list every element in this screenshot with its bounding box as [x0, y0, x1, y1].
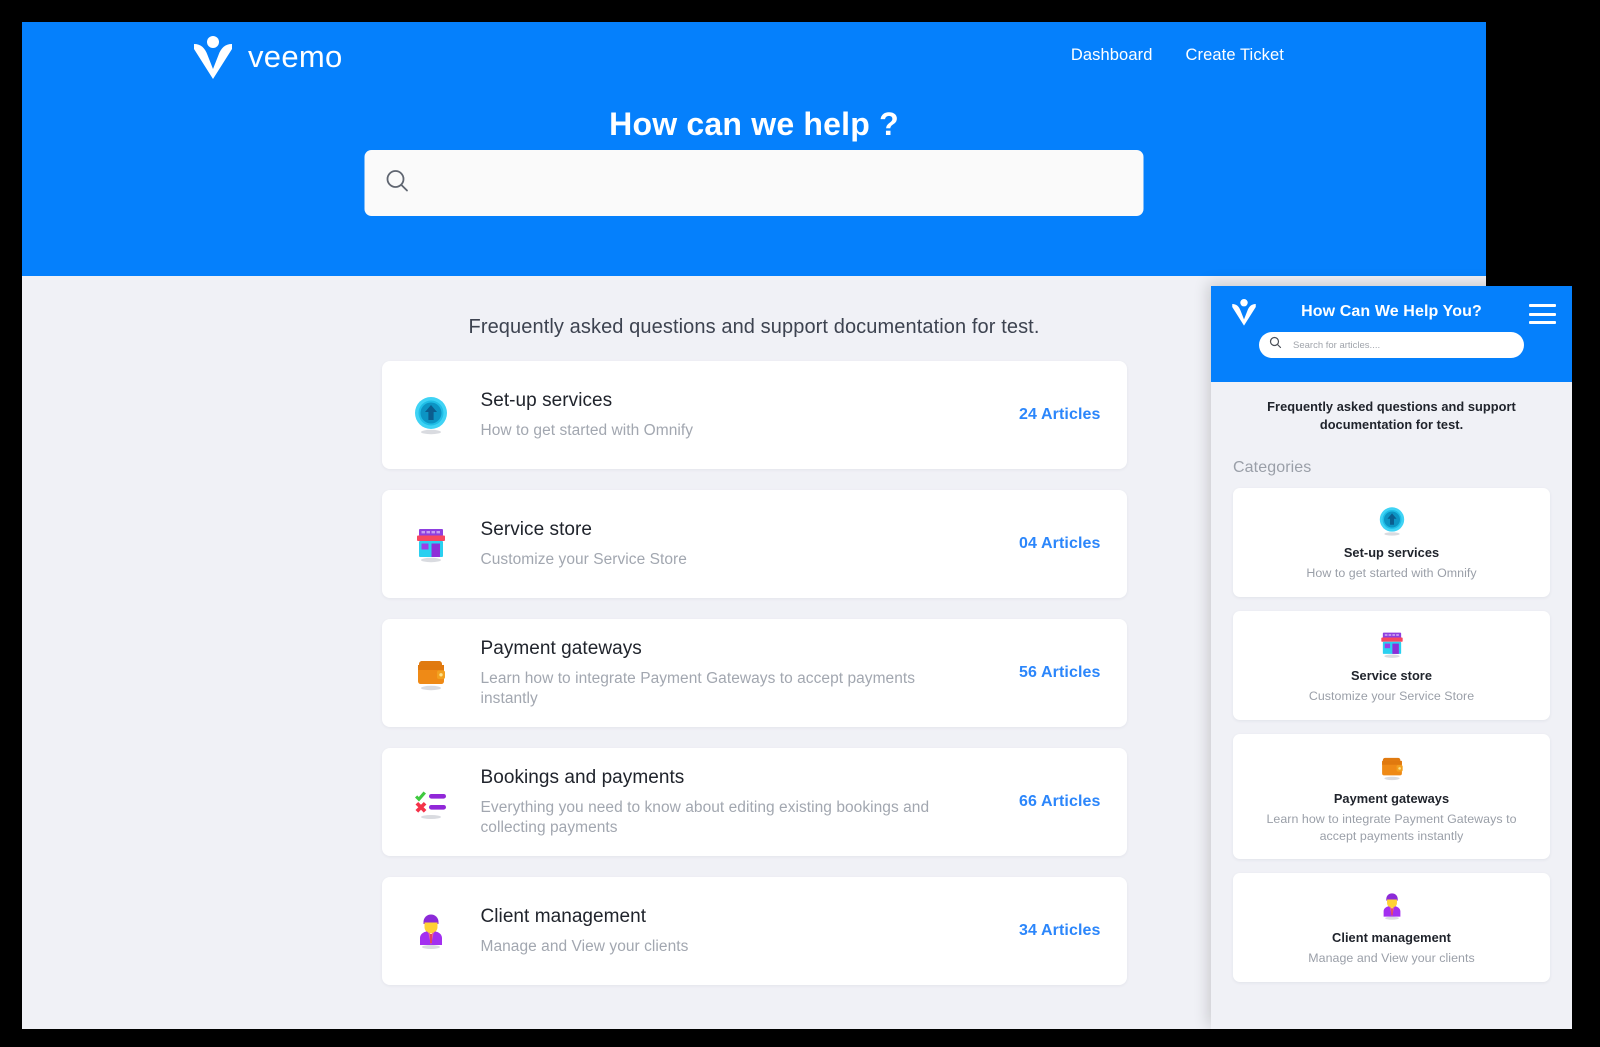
category-article-count[interactable]: 04 Articles: [1019, 535, 1100, 553]
mobile-category-card-set-up-services[interactable]: Set-up services How to get started with …: [1233, 488, 1550, 598]
category-card-bookings-and-payments[interactable]: Bookings and payments Everything you nee…: [381, 748, 1127, 856]
category-card-payment-gateways[interactable]: Payment gateways Learn how to integrate …: [381, 619, 1127, 727]
user-person-icon: [406, 910, 456, 952]
category-article-count[interactable]: 56 Articles: [1019, 664, 1100, 682]
main-nav: Dashboard Create Ticket: [1071, 46, 1284, 65]
category-list: Set-up services How to get started with …: [381, 361, 1127, 985]
search-bar[interactable]: [364, 150, 1144, 216]
mobile-search-input[interactable]: [1282, 332, 1524, 358]
storefront-icon: [1247, 627, 1536, 661]
category-article-count[interactable]: 66 Articles: [1019, 793, 1100, 811]
upload-circle-icon: [406, 394, 456, 436]
search-icon: [385, 168, 411, 199]
hamburger-bar: [1529, 304, 1556, 307]
top-navigation-bar: veemo Dashboard Create Ticket: [22, 22, 1486, 94]
mobile-category-card-client-management[interactable]: Client management Manage and View your c…: [1233, 873, 1550, 982]
category-text-block: Bookings and payments Everything you nee…: [456, 767, 1020, 838]
hero-banner: veemo Dashboard Create Ticket How can we…: [22, 22, 1486, 276]
veemo-v-person-logo-icon: [192, 35, 234, 79]
brand-logo-group[interactable]: veemo: [192, 35, 343, 79]
mobile-category-title: Set-up services: [1343, 545, 1440, 561]
category-title: Payment gateways: [480, 637, 642, 659]
mobile-category-list: Set-up services How to get started with …: [1233, 488, 1550, 982]
nav-link-dashboard[interactable]: Dashboard: [1071, 46, 1153, 65]
category-article-count[interactable]: 34 Articles: [1019, 922, 1100, 940]
category-title: Service store: [480, 518, 593, 540]
category-title: Set-up services: [480, 389, 613, 411]
category-title: Bookings and payments: [480, 766, 685, 788]
hero-title: How can we help ?: [609, 106, 899, 142]
hamburger-bar: [1529, 321, 1556, 324]
category-text-block: Client management Manage and View your c…: [456, 906, 1020, 957]
category-description: Customize your Service Store: [480, 550, 687, 568]
mobile-category-description: How to get started with Omnify: [1306, 566, 1477, 581]
screenshot-root: veemo Dashboard Create Ticket How can we…: [0, 0, 1600, 1047]
hamburger-menu-icon[interactable]: [1529, 304, 1556, 324]
category-text-block: Service store Customize your Service Sto…: [456, 519, 1020, 570]
mobile-help-center-preview: How Can We Help You? Frequently a: [1211, 286, 1572, 1029]
mobile-header-title: How Can We Help You?: [1301, 303, 1482, 320]
mobile-category-description: Manage and View your clients: [1308, 951, 1475, 966]
mobile-category-title: Payment gateways: [1333, 790, 1450, 806]
brand-name-label: veemo: [248, 39, 343, 74]
mobile-category-title: Service store: [1350, 668, 1433, 684]
checklist-icon: [406, 781, 456, 823]
category-text-block: Payment gateways Learn how to integrate …: [456, 638, 1020, 709]
category-title: Client management: [480, 905, 647, 927]
mobile-category-card-service-store[interactable]: Service store Customize your Service Sto…: [1233, 611, 1550, 720]
wallet-icon: [406, 652, 456, 694]
mobile-category-card-payment-gateways[interactable]: Payment gateways Learn how to integrate …: [1233, 733, 1550, 860]
category-description: How to get started with Omnify: [480, 421, 694, 439]
category-text-block: Set-up services How to get started with …: [456, 390, 1020, 441]
upload-circle-icon: [1247, 504, 1536, 538]
category-description: Learn how to integrate Payment Gateways …: [480, 669, 916, 707]
category-description: Manage and View your clients: [480, 937, 689, 955]
category-card-client-management[interactable]: Client management Manage and View your c…: [381, 877, 1127, 985]
mobile-body: Frequently asked questions and support d…: [1211, 382, 1572, 982]
category-description: Everything you need to know about editin…: [480, 798, 930, 836]
storefront-icon: [406, 523, 456, 565]
mobile-top-bar: How Can We Help You?: [1211, 286, 1572, 338]
hamburger-bar: [1529, 312, 1556, 316]
mobile-category-title: Client management: [1332, 930, 1451, 946]
mobile-category-description: Learn how to integrate Payment Gateways …: [1266, 811, 1517, 843]
mobile-category-description: Customize your Service Store: [1308, 689, 1475, 704]
wallet-icon: [1247, 750, 1536, 784]
search-input[interactable]: [410, 150, 1144, 216]
user-person-icon: [1247, 889, 1536, 923]
search-icon: [1269, 336, 1282, 354]
nav-link-create-ticket[interactable]: Create Ticket: [1185, 46, 1284, 65]
mobile-section-label-categories: Categories: [1233, 459, 1312, 477]
mobile-page-subtitle: Frequently asked questions and support d…: [1267, 399, 1516, 433]
mobile-search-bar[interactable]: [1259, 332, 1524, 358]
category-card-service-store[interactable]: Service store Customize your Service Sto…: [381, 490, 1127, 598]
category-card-set-up-services[interactable]: Set-up services How to get started with …: [381, 361, 1127, 469]
mobile-hero-banner: How Can We Help You?: [1211, 286, 1572, 382]
category-article-count[interactable]: 24 Articles: [1019, 406, 1100, 424]
